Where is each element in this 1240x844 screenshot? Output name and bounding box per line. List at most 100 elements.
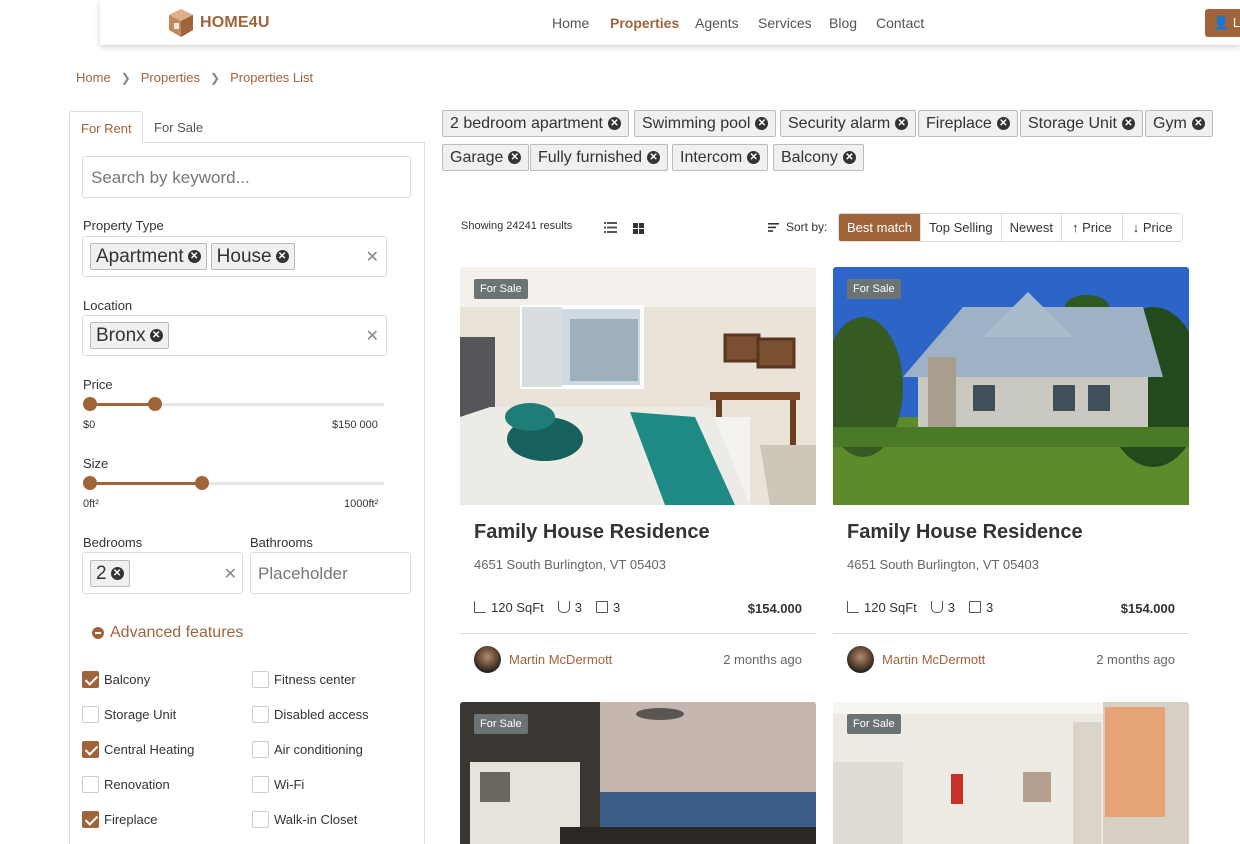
avatar xyxy=(474,646,501,673)
checkbox-unchecked-icon[interactable] xyxy=(252,671,269,688)
checkbox-unchecked-icon[interactable] xyxy=(82,776,99,793)
feature-checkbox[interactable]: Fireplace xyxy=(82,811,157,828)
bathrooms-input[interactable]: Placeholder xyxy=(250,552,411,594)
tag-label: Garage xyxy=(450,148,504,166)
list-view-icon[interactable] xyxy=(604,220,617,238)
search-input[interactable]: Search by keyword... xyxy=(82,156,411,198)
remove-chip-icon[interactable]: ✕ xyxy=(110,567,124,580)
breadcrumb-properties[interactable]: Properties xyxy=(141,70,200,85)
price-slider-max-handle[interactable] xyxy=(147,397,162,411)
location-select[interactable]: Bronx ✕ ✕ xyxy=(82,315,387,356)
grid-view-icon[interactable] xyxy=(633,221,644,239)
feature-label: Balcony xyxy=(104,672,151,687)
price-label: Price xyxy=(83,377,113,392)
property-meta: 120 SqFt 3 3 xyxy=(474,600,620,615)
nav-home[interactable]: Home xyxy=(552,15,589,31)
nav-properties[interactable]: Properties xyxy=(610,15,679,31)
size-slider-fill xyxy=(90,482,202,485)
property-card[interactable]: For Sale xyxy=(460,702,816,844)
checkbox-checked-icon[interactable] xyxy=(82,741,99,758)
property-type-select[interactable]: Apartment ✕ House ✕ ✕ xyxy=(82,236,387,277)
property-photo[interactable] xyxy=(833,267,1189,505)
bedrooms-label: Bedrooms xyxy=(83,535,143,550)
feature-checkbox[interactable]: Wi-Fi xyxy=(252,776,304,793)
property-card[interactable]: For Sale Family House Residence 4651 Sou… xyxy=(460,267,816,687)
feature-label: Disabled access xyxy=(274,707,369,722)
remove-tag-icon[interactable]: ✕ xyxy=(647,151,661,164)
tag-label: Intercom xyxy=(680,148,743,166)
property-card[interactable]: For Sale Family House Residence 4651 Sou… xyxy=(833,267,1189,687)
feature-checkbox[interactable]: Central Heating xyxy=(82,741,194,758)
feature-label: Fitness center xyxy=(274,672,356,687)
brand-logo[interactable]: HOME4U xyxy=(168,8,270,38)
nav-contact[interactable]: Contact xyxy=(876,15,924,31)
nav-agents[interactable]: Agents xyxy=(695,15,739,31)
login-label: Lo xyxy=(1232,15,1240,30)
checkbox-checked-icon[interactable] xyxy=(82,811,99,828)
remove-tag-icon[interactable]: ✕ xyxy=(755,117,769,130)
feature-checkbox[interactable]: Balcony xyxy=(82,671,150,688)
remove-tag-icon[interactable]: ✕ xyxy=(895,117,909,130)
advanced-features-label: Advanced features xyxy=(110,624,244,641)
property-card[interactable]: For Sale xyxy=(833,702,1189,844)
checkbox-unchecked-icon[interactable] xyxy=(252,811,269,828)
breadcrumb-properties-list[interactable]: Properties List xyxy=(230,70,313,85)
feature-checkbox[interactable]: Storage Unit xyxy=(82,706,176,723)
nav-services[interactable]: Services xyxy=(758,15,812,31)
feature-checkbox[interactable]: Air conditioning xyxy=(252,741,363,758)
listing-date: 2 months ago xyxy=(723,652,802,667)
clear-icon[interactable]: ✕ xyxy=(366,326,379,346)
size-slider-max-handle[interactable] xyxy=(194,476,209,490)
sort-price-asc[interactable]: ↑ Price xyxy=(1061,214,1122,241)
baths-stat: 3 xyxy=(557,600,582,615)
clear-icon[interactable]: ✕ xyxy=(366,247,379,267)
checkbox-checked-icon[interactable] xyxy=(82,671,99,688)
tab-for-rent[interactable]: For Rent xyxy=(69,111,143,143)
property-title[interactable]: Family House Residence xyxy=(474,521,710,544)
feature-checkbox[interactable]: Walk-in Closet xyxy=(252,811,357,828)
feature-checkbox[interactable]: Renovation xyxy=(82,776,170,793)
sort-best-match[interactable]: Best match xyxy=(839,214,921,241)
checkbox-unchecked-icon[interactable] xyxy=(252,741,269,758)
property-photo[interactable] xyxy=(460,267,816,505)
checkbox-unchecked-icon[interactable] xyxy=(252,706,269,723)
remove-tag-icon[interactable]: ✕ xyxy=(607,117,621,130)
login-button[interactable]: 👤 Lo xyxy=(1205,9,1240,37)
advanced-features-toggle[interactable]: Advanced features xyxy=(92,624,243,642)
clear-icon[interactable]: ✕ xyxy=(224,564,237,584)
remove-tag-icon[interactable]: ✕ xyxy=(1121,117,1135,130)
card-divider xyxy=(460,633,816,634)
bedrooms-select[interactable]: 2 ✕ ✕ xyxy=(82,552,243,594)
sort-price-desc[interactable]: ↓ Price xyxy=(1121,214,1183,241)
sort-top-selling[interactable]: Top Selling xyxy=(920,214,1001,241)
remove-chip-icon[interactable]: ✕ xyxy=(275,250,289,263)
remove-tag-icon[interactable]: ✕ xyxy=(842,151,856,164)
agent-link[interactable]: Martin McDermott xyxy=(847,646,985,673)
property-title[interactable]: Family House Residence xyxy=(847,521,1083,544)
price-slider-min-handle[interactable] xyxy=(83,397,97,411)
sort-newest[interactable]: Newest xyxy=(1000,214,1061,241)
remove-chip-icon[interactable]: ✕ xyxy=(149,329,163,342)
tab-for-sale[interactable]: For Sale xyxy=(143,111,214,143)
remove-tag-icon[interactable]: ✕ xyxy=(1191,117,1205,130)
sort-options: Best match Top Selling Newest ↑ Price ↓ … xyxy=(838,213,1184,242)
remove-tag-icon[interactable]: ✕ xyxy=(996,117,1010,130)
feature-checkbox[interactable]: Disabled access xyxy=(252,706,369,723)
agent-link[interactable]: Martin McDermott xyxy=(474,646,612,673)
size-slider-min-handle[interactable] xyxy=(83,476,97,490)
nav-blog[interactable]: Blog xyxy=(829,15,857,31)
feature-checkbox[interactable]: Fitness center xyxy=(252,671,356,688)
remove-tag-icon[interactable]: ✕ xyxy=(747,151,761,164)
remove-chip-icon[interactable]: ✕ xyxy=(187,250,201,263)
listing-badge: For Sale xyxy=(847,714,901,734)
checkbox-unchecked-icon[interactable] xyxy=(252,776,269,793)
checkbox-unchecked-icon[interactable] xyxy=(82,706,99,723)
bath-icon xyxy=(930,601,943,613)
property-price: $154.000 xyxy=(1120,601,1175,616)
chevron-right-icon: ❯ xyxy=(210,70,221,85)
remove-tag-icon[interactable]: ✕ xyxy=(508,151,522,164)
breadcrumb-home[interactable]: Home xyxy=(76,70,111,85)
location-label: Location xyxy=(83,298,133,313)
chip-label: Apartment xyxy=(96,245,184,267)
house-box-icon xyxy=(169,9,193,37)
